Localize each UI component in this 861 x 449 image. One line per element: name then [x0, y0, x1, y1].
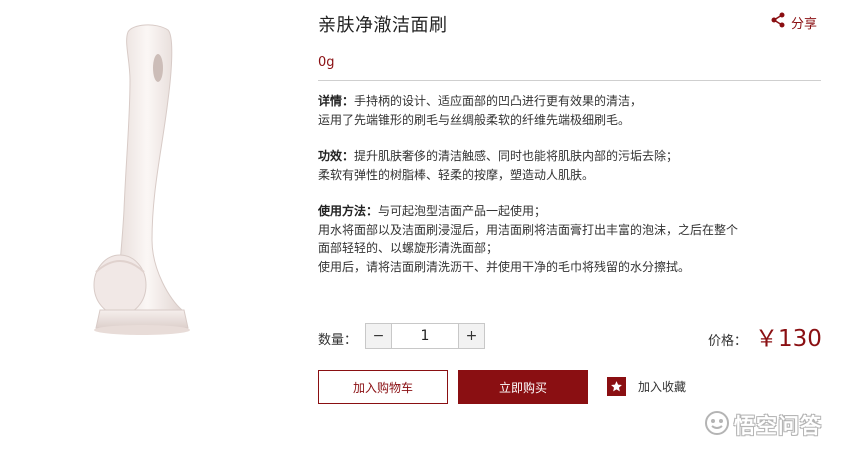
star-icon	[607, 377, 626, 396]
usage-text: 与可起泡型洁面产品一起使用；	[378, 204, 547, 218]
usage-line-3: 面部轻轻的、以螺旋形清洗面部；	[318, 241, 499, 255]
add-favorite-button[interactable]: 加入收藏	[607, 377, 686, 396]
buy-now-button[interactable]: 立即购买	[458, 370, 588, 404]
watermark-text: 悟空问答	[734, 414, 822, 438]
details-label: 详情：	[318, 94, 355, 108]
facial-brush-image	[93, 24, 190, 335]
watermark: 悟空问答	[704, 410, 822, 440]
details-section: 详情：手持柄的设计、适应面部的凹凸进行更有效果的清洁， 运用了先端锥形的刷毛与丝…	[318, 92, 828, 129]
share-label: 分享	[791, 16, 818, 32]
efficacy-text: 提升肌肤奢侈的清洁触感、同时也能将肌肤内部的污垢去除；	[354, 149, 679, 163]
usage-line-4: 使用后，请将洁面刷清洗沥干、并使用干净的毛巾将残留的水分擦拭。	[318, 259, 691, 274]
details-line-2: 运用了先端锥形的刷毛与丝绸般柔软的纤维先端极细刷毛。	[318, 112, 631, 127]
product-image	[60, 10, 260, 350]
efficacy-line-2: 柔软有弹性的树脂棒、轻柔的按摩，塑造动人肌肤。	[318, 167, 595, 182]
product-title: 亲肤净澈洁面刷	[318, 15, 448, 36]
quantity-decrease-button[interactable]: −	[366, 324, 392, 348]
usage-line-2: 用水将面部以及洁面刷浸湿后，用洁面刷将洁面膏打出丰富的泡沫，之后在整个	[318, 222, 739, 237]
watermark-logo-icon	[704, 410, 730, 440]
share-button[interactable]: 分享	[770, 12, 817, 32]
efficacy-section: 功效：提升肌肤奢侈的清洁触感、同时也能将肌肤内部的污垢去除； 柔软有弹性的树脂棒…	[318, 147, 828, 184]
efficacy-line-1: 功效：提升肌肤奢侈的清洁触感、同时也能将肌肤内部的污垢去除；	[318, 147, 828, 166]
usage-label: 使用方法：	[318, 204, 379, 218]
product-description: 详情：手持柄的设计、适应面部的凹凸进行更有效果的清洁， 运用了先端锥形的刷毛与丝…	[318, 92, 828, 294]
usage-line-1: 使用方法：与可起泡型洁面产品一起使用；	[318, 202, 828, 221]
quantity-increase-button[interactable]: +	[458, 324, 484, 348]
price-label: 价格：	[708, 334, 748, 349]
efficacy-label: 功效：	[318, 149, 355, 163]
price-value: ￥130	[755, 326, 822, 352]
add-to-cart-button[interactable]: 加入购物车	[318, 370, 448, 404]
quantity-input[interactable]	[392, 324, 458, 348]
details-line-1: 详情：手持柄的设计、适应面部的凹凸进行更有效果的清洁，	[318, 92, 828, 111]
divider	[318, 80, 821, 81]
usage-section: 使用方法：与可起泡型洁面产品一起使用； 用水将面部以及洁面刷浸湿后，用洁面刷将洁…	[318, 202, 828, 276]
quantity-stepper: − +	[365, 323, 485, 349]
share-icon	[770, 12, 786, 32]
quantity-label: 数量：	[318, 333, 358, 348]
details-text: 手持柄的设计、适应面部的凹凸进行更有效果的清洁，	[354, 94, 643, 108]
add-favorite-label: 加入收藏	[638, 380, 687, 394]
product-weight: 0g	[318, 55, 335, 70]
